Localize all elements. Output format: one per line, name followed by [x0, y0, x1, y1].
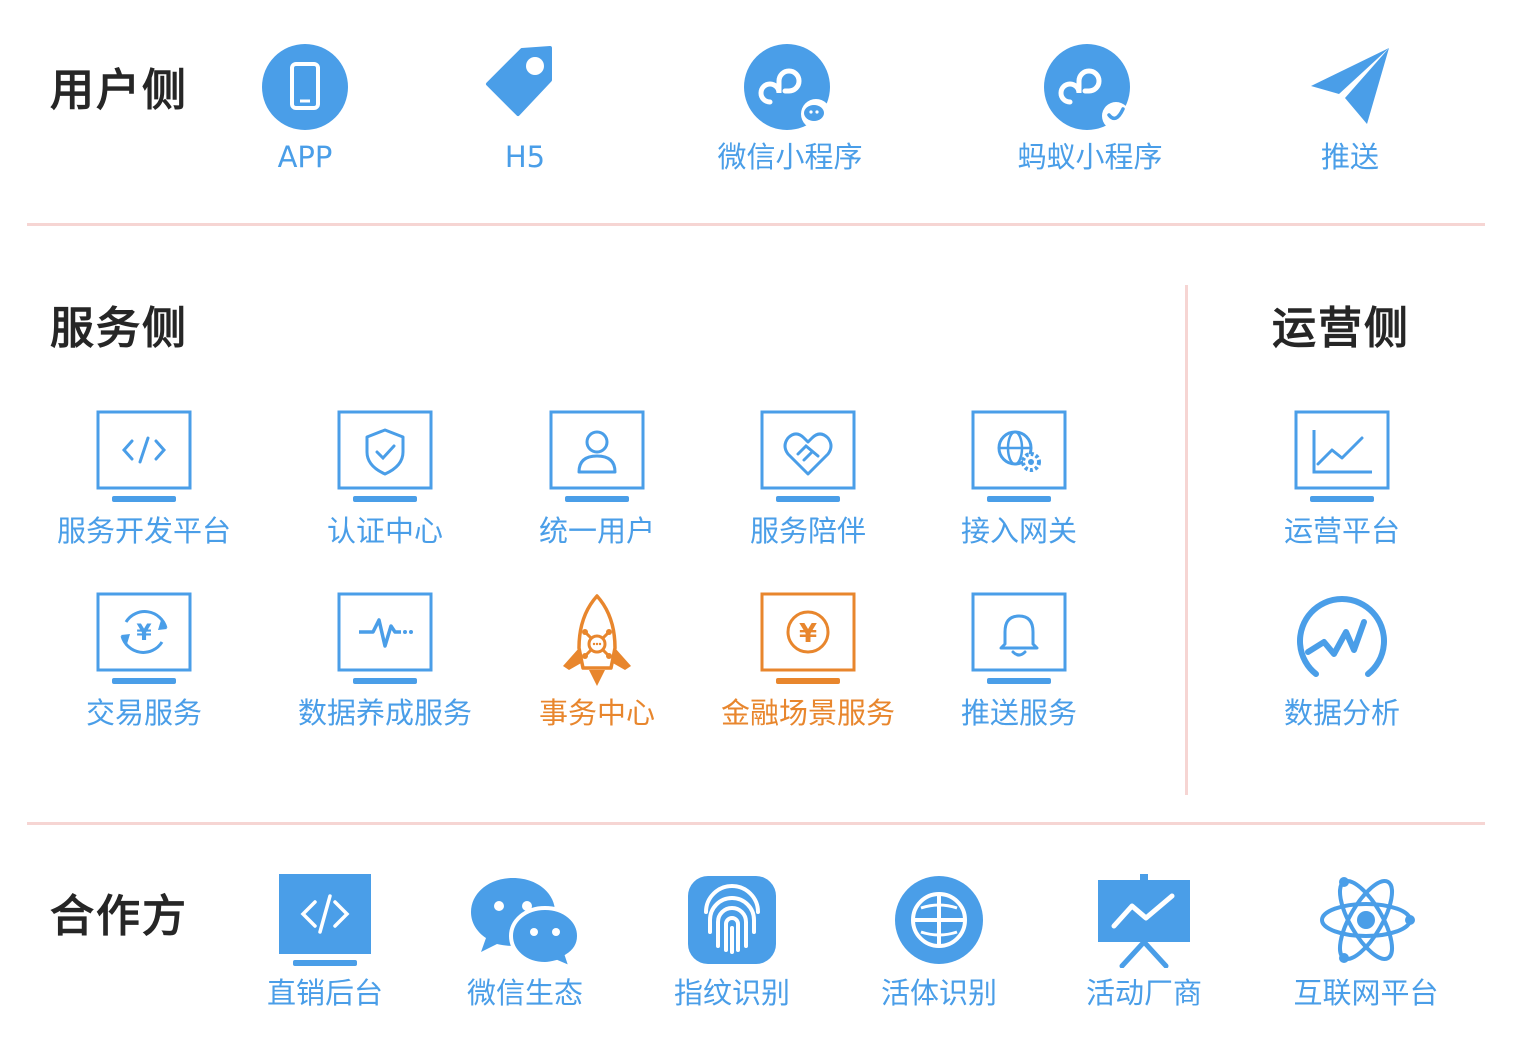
ops-side-title: 运营侧 — [1272, 303, 1410, 354]
user-item-label: APP — [277, 140, 333, 174]
partners-title: 合作方 — [50, 891, 188, 942]
user-item-push[interactable]: 推送 — [1290, 42, 1410, 174]
partner-item-label: 指纹识别 — [673, 976, 790, 1010]
divider-bottom — [27, 822, 1485, 825]
pulse-monitor-icon — [337, 592, 433, 684]
code-screen-icon — [279, 874, 371, 966]
phone-icon — [262, 44, 348, 130]
service-item-data-nurture[interactable]: 数据养成服务 — [285, 592, 485, 730]
partner-item-label: 互联网平台 — [1293, 976, 1439, 1010]
svg-text:¥: ¥ — [136, 621, 152, 646]
tag-icon — [486, 46, 552, 116]
service-item-transaction[interactable]: ¥ 交易服务 — [64, 592, 224, 730]
shield-monitor-icon — [337, 410, 433, 502]
service-item-gateway[interactable]: 接入网关 — [939, 410, 1099, 548]
user-side-title: 用户侧 — [50, 65, 188, 116]
partner-item-label: 活动厂商 — [1085, 976, 1202, 1010]
atom-icon — [1320, 877, 1415, 963]
service-item-transaction-center[interactable]: 事务中心 — [517, 592, 677, 730]
service-item-label: 服务陪伴 — [749, 514, 866, 548]
user-item-wechat-mini[interactable]: 微信小程序 — [700, 42, 880, 174]
user-item-ant-mini[interactable]: 蚂蚁小程序 — [1000, 42, 1180, 174]
service-item-unified-user[interactable]: 统一用户 — [517, 410, 677, 548]
handshake-monitor-icon — [760, 410, 856, 502]
partner-item-fingerprint[interactable]: 指纹识别 — [652, 872, 812, 1010]
service-item-label: 金融场景服务 — [720, 696, 895, 730]
divider-vertical — [1185, 285, 1188, 795]
ops-item-label: 运营平台 — [1283, 514, 1400, 548]
user-item-label: H5 — [504, 140, 546, 174]
service-item-label: 认证中心 — [326, 514, 443, 548]
service-item-dev-platform[interactable]: 服务开发平台 — [44, 410, 244, 548]
chart-monitor-icon — [1294, 410, 1390, 502]
ops-item-label: 数据分析 — [1283, 696, 1400, 730]
analytics-gauge-icon — [1297, 596, 1387, 677]
divider-top — [27, 223, 1485, 226]
ops-item-data-analysis[interactable]: 数据分析 — [1262, 592, 1422, 730]
partner-item-label: 微信生态 — [466, 976, 583, 1010]
partner-item-label: 活体识别 — [880, 976, 997, 1010]
paper-plane-icon — [1311, 48, 1389, 124]
service-item-financial-scenario[interactable]: ¥ 金融场景服务 — [703, 592, 913, 730]
partner-item-wechat-ecosystem[interactable]: 微信生态 — [445, 872, 605, 1010]
service-item-label: 交易服务 — [85, 696, 202, 730]
face-globe-icon — [895, 876, 983, 964]
service-item-label: 统一用户 — [538, 514, 655, 548]
partner-item-internet-platform[interactable]: 互联网平台 — [1276, 872, 1456, 1010]
fingerprint-icon — [688, 876, 776, 964]
service-item-auth-center[interactable]: 认证中心 — [305, 410, 465, 548]
code-monitor-icon — [96, 410, 192, 502]
rocket-icon — [563, 594, 631, 686]
user-item-app[interactable]: APP — [245, 42, 365, 174]
service-item-push-service[interactable]: 推送服务 — [939, 592, 1099, 730]
ant-miniprogram-icon — [1044, 44, 1130, 130]
partner-item-activity-vendor[interactable]: 活动厂商 — [1064, 872, 1224, 1010]
bell-monitor-icon — [971, 592, 1067, 684]
user-item-label: 推送 — [1320, 140, 1379, 174]
yen-monitor-icon: ¥ — [760, 592, 856, 684]
service-item-label: 事务中心 — [538, 696, 655, 730]
service-item-label: 服务开发平台 — [56, 514, 231, 548]
service-item-label: 接入网关 — [960, 514, 1077, 548]
partner-item-liveness[interactable]: 活体识别 — [859, 872, 1019, 1010]
service-side-title: 服务侧 — [50, 303, 188, 354]
service-item-label: 推送服务 — [960, 696, 1077, 730]
globe-gear-monitor-icon — [971, 410, 1067, 502]
service-item-companion[interactable]: 服务陪伴 — [728, 410, 888, 548]
presentation-icon — [1098, 874, 1190, 968]
user-item-h5[interactable]: H5 — [465, 42, 585, 174]
user-item-label: 蚂蚁小程序 — [1017, 140, 1163, 174]
partner-item-label: 直销后台 — [266, 976, 383, 1010]
wechat-miniprogram-icon — [744, 44, 831, 130]
user-monitor-icon — [549, 410, 645, 502]
service-item-label: 数据养成服务 — [297, 696, 472, 730]
wechat-icon — [471, 878, 582, 968]
user-item-label: 微信小程序 — [717, 140, 863, 174]
yen-cycle-monitor-icon: ¥ — [96, 592, 192, 684]
partner-item-direct-sales[interactable]: 直销后台 — [245, 872, 405, 1010]
svg-text:¥: ¥ — [799, 619, 817, 649]
ops-item-platform[interactable]: 运营平台 — [1262, 410, 1422, 548]
